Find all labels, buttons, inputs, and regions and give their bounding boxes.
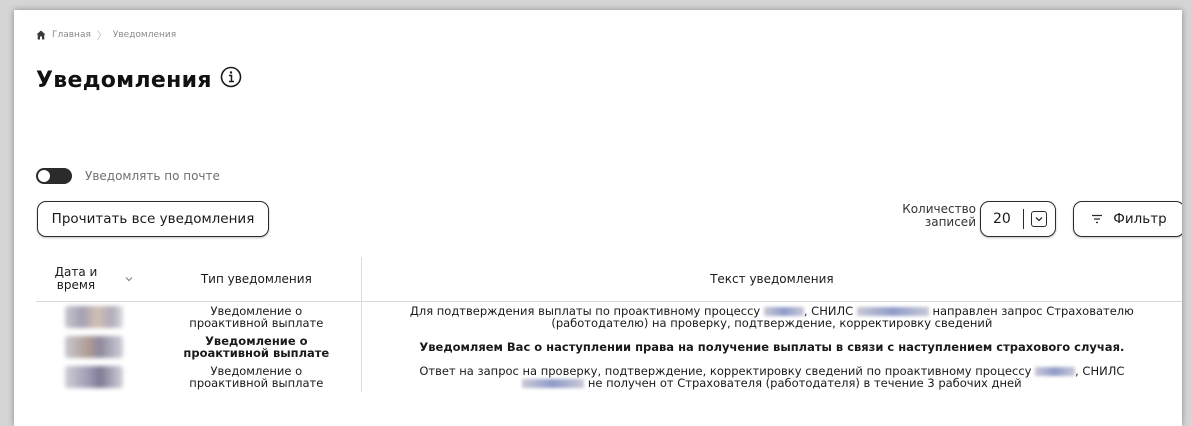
filter-icon [1092,214,1103,224]
breadcrumb-separator-icon: 〉 [96,31,107,42]
read-all-button[interactable]: Прочитать все уведомления [37,201,269,237]
email-notify-toggle[interactable] [36,168,72,184]
text-column-header: Текст уведомления [710,271,834,286]
table-header: Дата и время Тип уведомления Текст уведо… [36,257,1182,302]
type-line2: проактивной выплате [183,346,330,360]
toggle-knob [37,169,51,183]
filter-button-label: Фильтр [1113,211,1167,227]
breadcrumb-home-link[interactable]: Главная [52,30,91,40]
redacted-date [64,306,123,328]
text-cell: Для подтверждения выплаты по проактивном… [362,302,1182,332]
date-cell [36,302,152,332]
date-cell [36,332,152,362]
type-line2: проактивной выплате [189,376,324,390]
records-count-select[interactable]: 20 [980,201,1056,237]
type-cell: Уведомление о проактивной выплате [152,362,362,392]
date-column-header[interactable]: Дата и время [36,257,152,301]
text-part2: , СНИЛС [1075,363,1125,378]
redacted-date [64,336,123,358]
sort-chevron-icon[interactable] [125,276,133,282]
breadcrumb: Главная 〉 Уведомления [36,27,176,42]
text-line2: не получен от Страхователя (работодателя… [587,376,1022,390]
date-cell [36,362,152,392]
chevron-down-icon[interactable] [1031,211,1047,227]
page-title: Уведомления [36,68,212,93]
redacted-date [64,366,123,388]
table-row[interactable]: Уведомление о проактивной выплате Ответ … [36,362,1182,392]
select-divider [1023,209,1024,229]
records-count-label-line2: записей [924,215,976,229]
filter-button[interactable]: Фильтр [1073,201,1182,237]
home-icon[interactable] [36,30,46,40]
email-notify-label: Уведомлять по почте [85,169,220,183]
info-icon[interactable] [220,66,242,88]
table-row[interactable]: Уведомление о проактивной выплате Уведом… [36,332,1182,362]
email-notify-row: Уведомлять по почте [36,168,220,184]
records-count-value: 20 [993,211,1011,227]
text-cell: Ответ на запрос на проверку, подтвержден… [362,362,1182,392]
records-count-label: Количество записей [886,203,976,229]
type-line2: проактивной выплате [189,316,324,330]
breadcrumb-current: Уведомления [112,29,177,40]
type-column-header: Тип уведомления [152,257,362,301]
redacted-snils [522,379,585,388]
notifications-page: Главная 〉 Уведомления Уведомления Уведом… [14,10,1182,426]
redacted-snils [856,306,929,316]
table-row[interactable]: Уведомление о проактивной выплате Для по… [36,302,1182,332]
type-cell: Уведомление о проактивной выплате [152,332,362,362]
notifications-table: Дата и время Тип уведомления Текст уведо… [36,257,1182,392]
date-header-line2: время [56,278,96,292]
text-line2: (работодателю) на проверку, подтверждени… [551,316,993,330]
text-cell: Уведомляем Вас о наступлении права на по… [419,339,1125,354]
redacted-process-id [1035,366,1076,376]
redacted-process-id [763,306,804,316]
type-cell: Уведомление о проактивной выплате [152,302,362,332]
